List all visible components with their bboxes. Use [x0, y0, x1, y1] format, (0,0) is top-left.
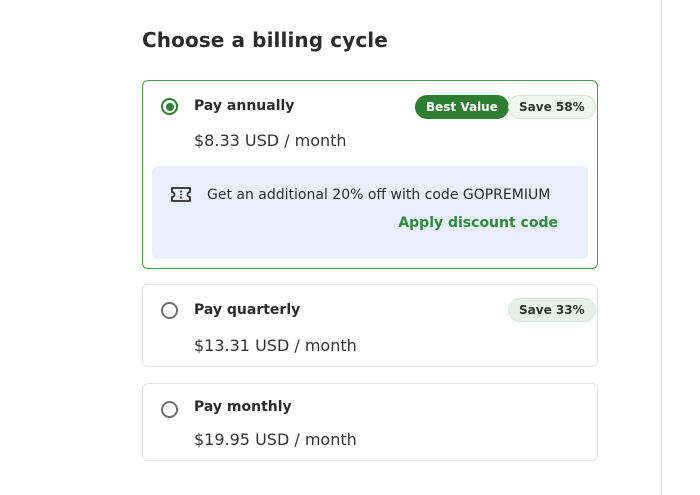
- radio-quarterly[interactable]: [161, 302, 178, 319]
- promo-text: Get an additional 20% off with code GOPR…: [207, 187, 551, 203]
- radio-annual[interactable]: [161, 98, 178, 115]
- apply-discount-link[interactable]: Apply discount code: [398, 215, 558, 231]
- plan-price-monthly: $19.95 USD / month: [194, 430, 357, 449]
- ticket-icon: [171, 187, 191, 202]
- plan-card-annual[interactable]: Pay annually Best Value Save 58% $8.33 U…: [142, 80, 598, 269]
- plan-card-monthly[interactable]: Pay monthly $19.95 USD / month: [142, 383, 598, 461]
- save-badge-annual: Save 58%: [508, 95, 596, 119]
- page-title: Choose a billing cycle: [142, 28, 388, 52]
- plan-label-monthly: Pay monthly: [194, 399, 292, 415]
- best-value-badge: Best Value: [415, 95, 509, 119]
- promo-banner: Get an additional 20% off with code GOPR…: [152, 166, 588, 259]
- save-badge-quarterly: Save 33%: [508, 298, 596, 322]
- plan-price-annual: $8.33 USD / month: [194, 131, 347, 150]
- plan-label-annual: Pay annually: [194, 98, 295, 114]
- plan-label-quarterly: Pay quarterly: [194, 302, 301, 318]
- plan-price-quarterly: $13.31 USD / month: [194, 336, 357, 355]
- plan-card-quarterly[interactable]: Pay quarterly Save 33% $13.31 USD / mont…: [142, 284, 598, 367]
- right-panel-edge: [661, 0, 700, 495]
- radio-monthly[interactable]: [161, 401, 178, 418]
